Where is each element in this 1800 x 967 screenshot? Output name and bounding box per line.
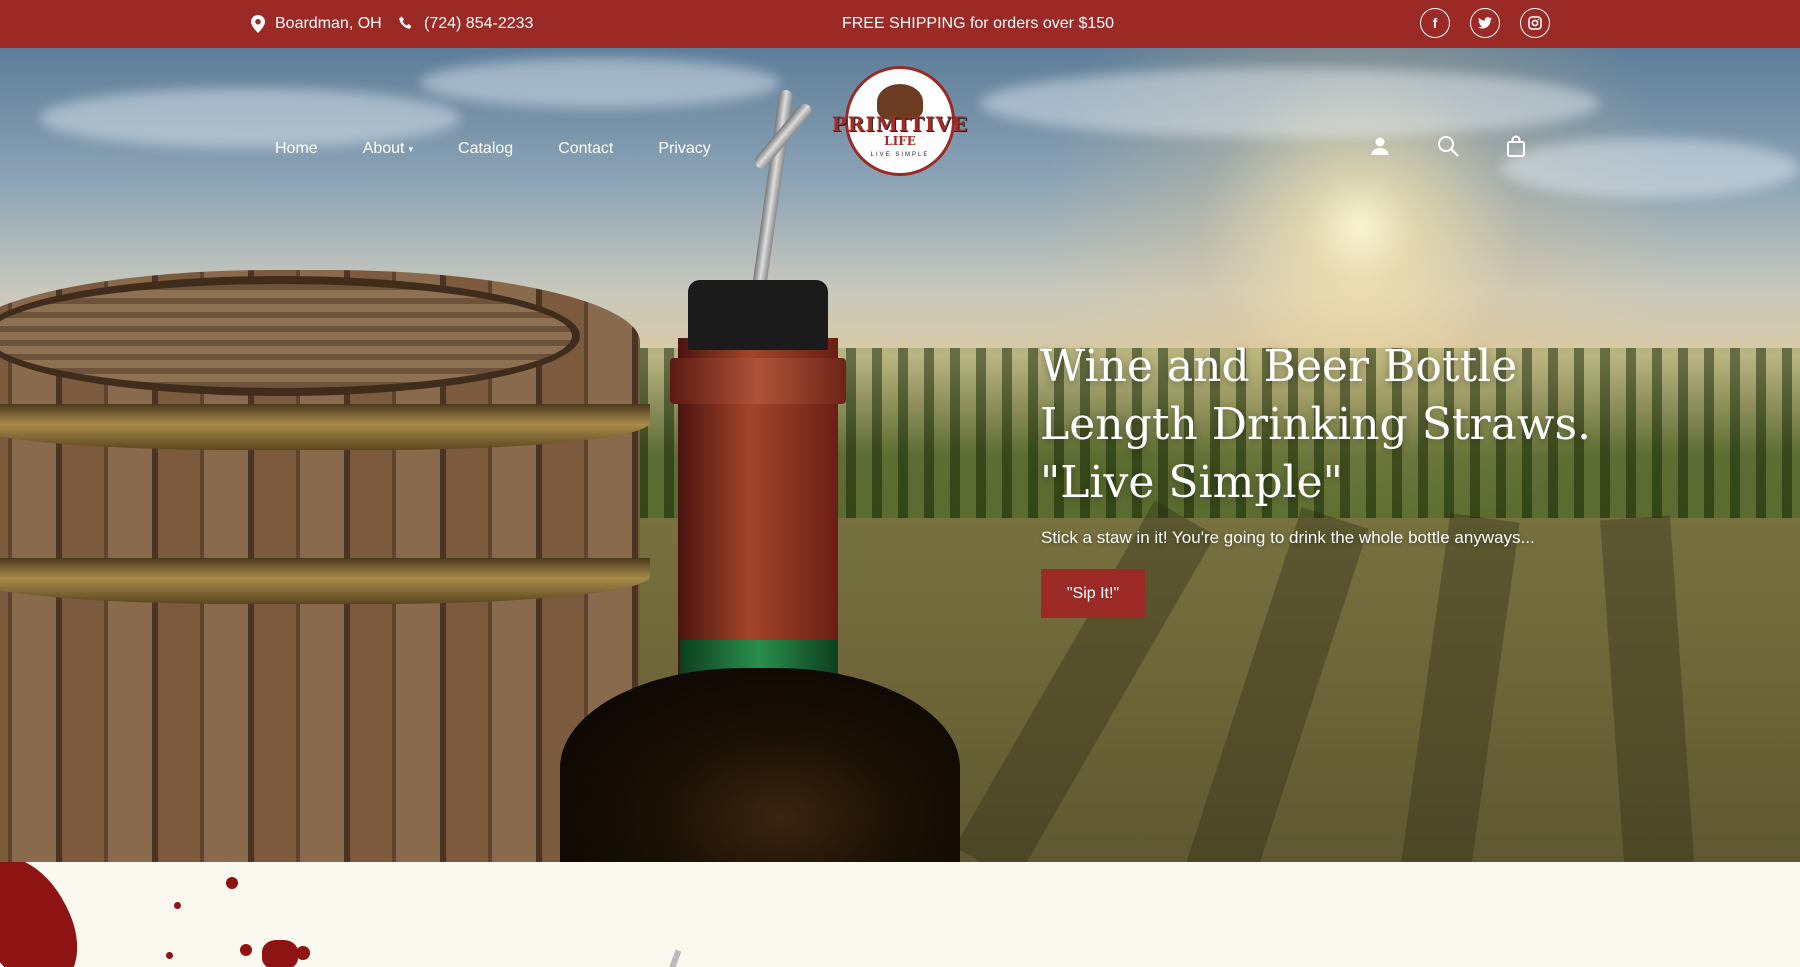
wine-bottle — [560, 668, 960, 862]
user-icon[interactable] — [1368, 134, 1392, 158]
bottle-capsule — [670, 358, 846, 404]
logo-tagline: LIVE SIMPLE — [870, 152, 930, 158]
nav-home[interactable]: Home — [275, 140, 318, 158]
nav-label: Privacy — [658, 140, 711, 157]
nav-catalog[interactable]: Catalog — [458, 140, 513, 158]
wine-drop — [174, 902, 181, 909]
nav-label: Catalog — [458, 140, 514, 157]
headline-line: "Live Simple" — [1040, 457, 1343, 508]
social-links: f — [1420, 8, 1550, 38]
instagram-icon[interactable] — [1520, 8, 1550, 38]
cloud — [980, 68, 1600, 138]
nav-about[interactable]: About ▾ — [363, 140, 413, 158]
facebook-icon[interactable]: f — [1420, 8, 1450, 38]
straw-tip — [668, 949, 682, 967]
twitter-icon[interactable] — [1470, 8, 1500, 38]
hero-headline: Wine and Beer Bottle Length Drinking Str… — [1040, 338, 1600, 512]
headline-line: Length Drinking Straws. — [1040, 399, 1592, 450]
logo-line2: LIFE — [884, 134, 916, 148]
shopping-bag-icon[interactable] — [1504, 134, 1528, 158]
search-icon[interactable] — [1436, 134, 1460, 158]
caret-down-icon: ▾ — [408, 143, 414, 154]
header-icons — [1368, 134, 1528, 158]
headline-line: Wine and Beer Bottle — [1040, 341, 1518, 392]
barrel-top — [0, 276, 580, 396]
logo-line1: PRIMITIVE — [831, 112, 969, 136]
section-below-hero — [0, 862, 1800, 967]
shipping-text: FREE SHIPPING for orders over $150 — [841, 15, 1115, 32]
cloud — [1500, 138, 1800, 198]
nav-contact[interactable]: Contact — [558, 140, 613, 158]
nav-label: About — [362, 140, 405, 157]
wine-splash — [262, 940, 298, 967]
wine-drop — [240, 944, 252, 956]
nav-label: Contact — [558, 140, 614, 157]
main-nav: Home About ▾ Catalog Contact Privacy — [275, 140, 711, 158]
wine-drop — [296, 946, 310, 960]
cloud — [40, 88, 460, 148]
cloud — [420, 58, 780, 108]
sip-it-button[interactable]: "Sip It!" — [1041, 569, 1145, 618]
site-logo[interactable]: PRIMITIVE LIFE LIVE SIMPLE — [832, 66, 967, 176]
nav-label: Home — [275, 140, 318, 157]
bottle-cork — [688, 280, 828, 350]
wine-splash — [0, 862, 92, 967]
barrel-hoop — [0, 558, 650, 604]
wine-drop — [166, 952, 173, 959]
top-bar: Boardman, OH (724) 854-2233 FREE SHIPPIN… — [0, 0, 1800, 48]
barrel-hoop — [0, 404, 650, 450]
wine-drop — [226, 877, 238, 889]
nav-privacy[interactable]: Privacy — [658, 140, 710, 158]
hero-subtitle: Stick a staw in it! You're going to drin… — [1041, 528, 1535, 547]
